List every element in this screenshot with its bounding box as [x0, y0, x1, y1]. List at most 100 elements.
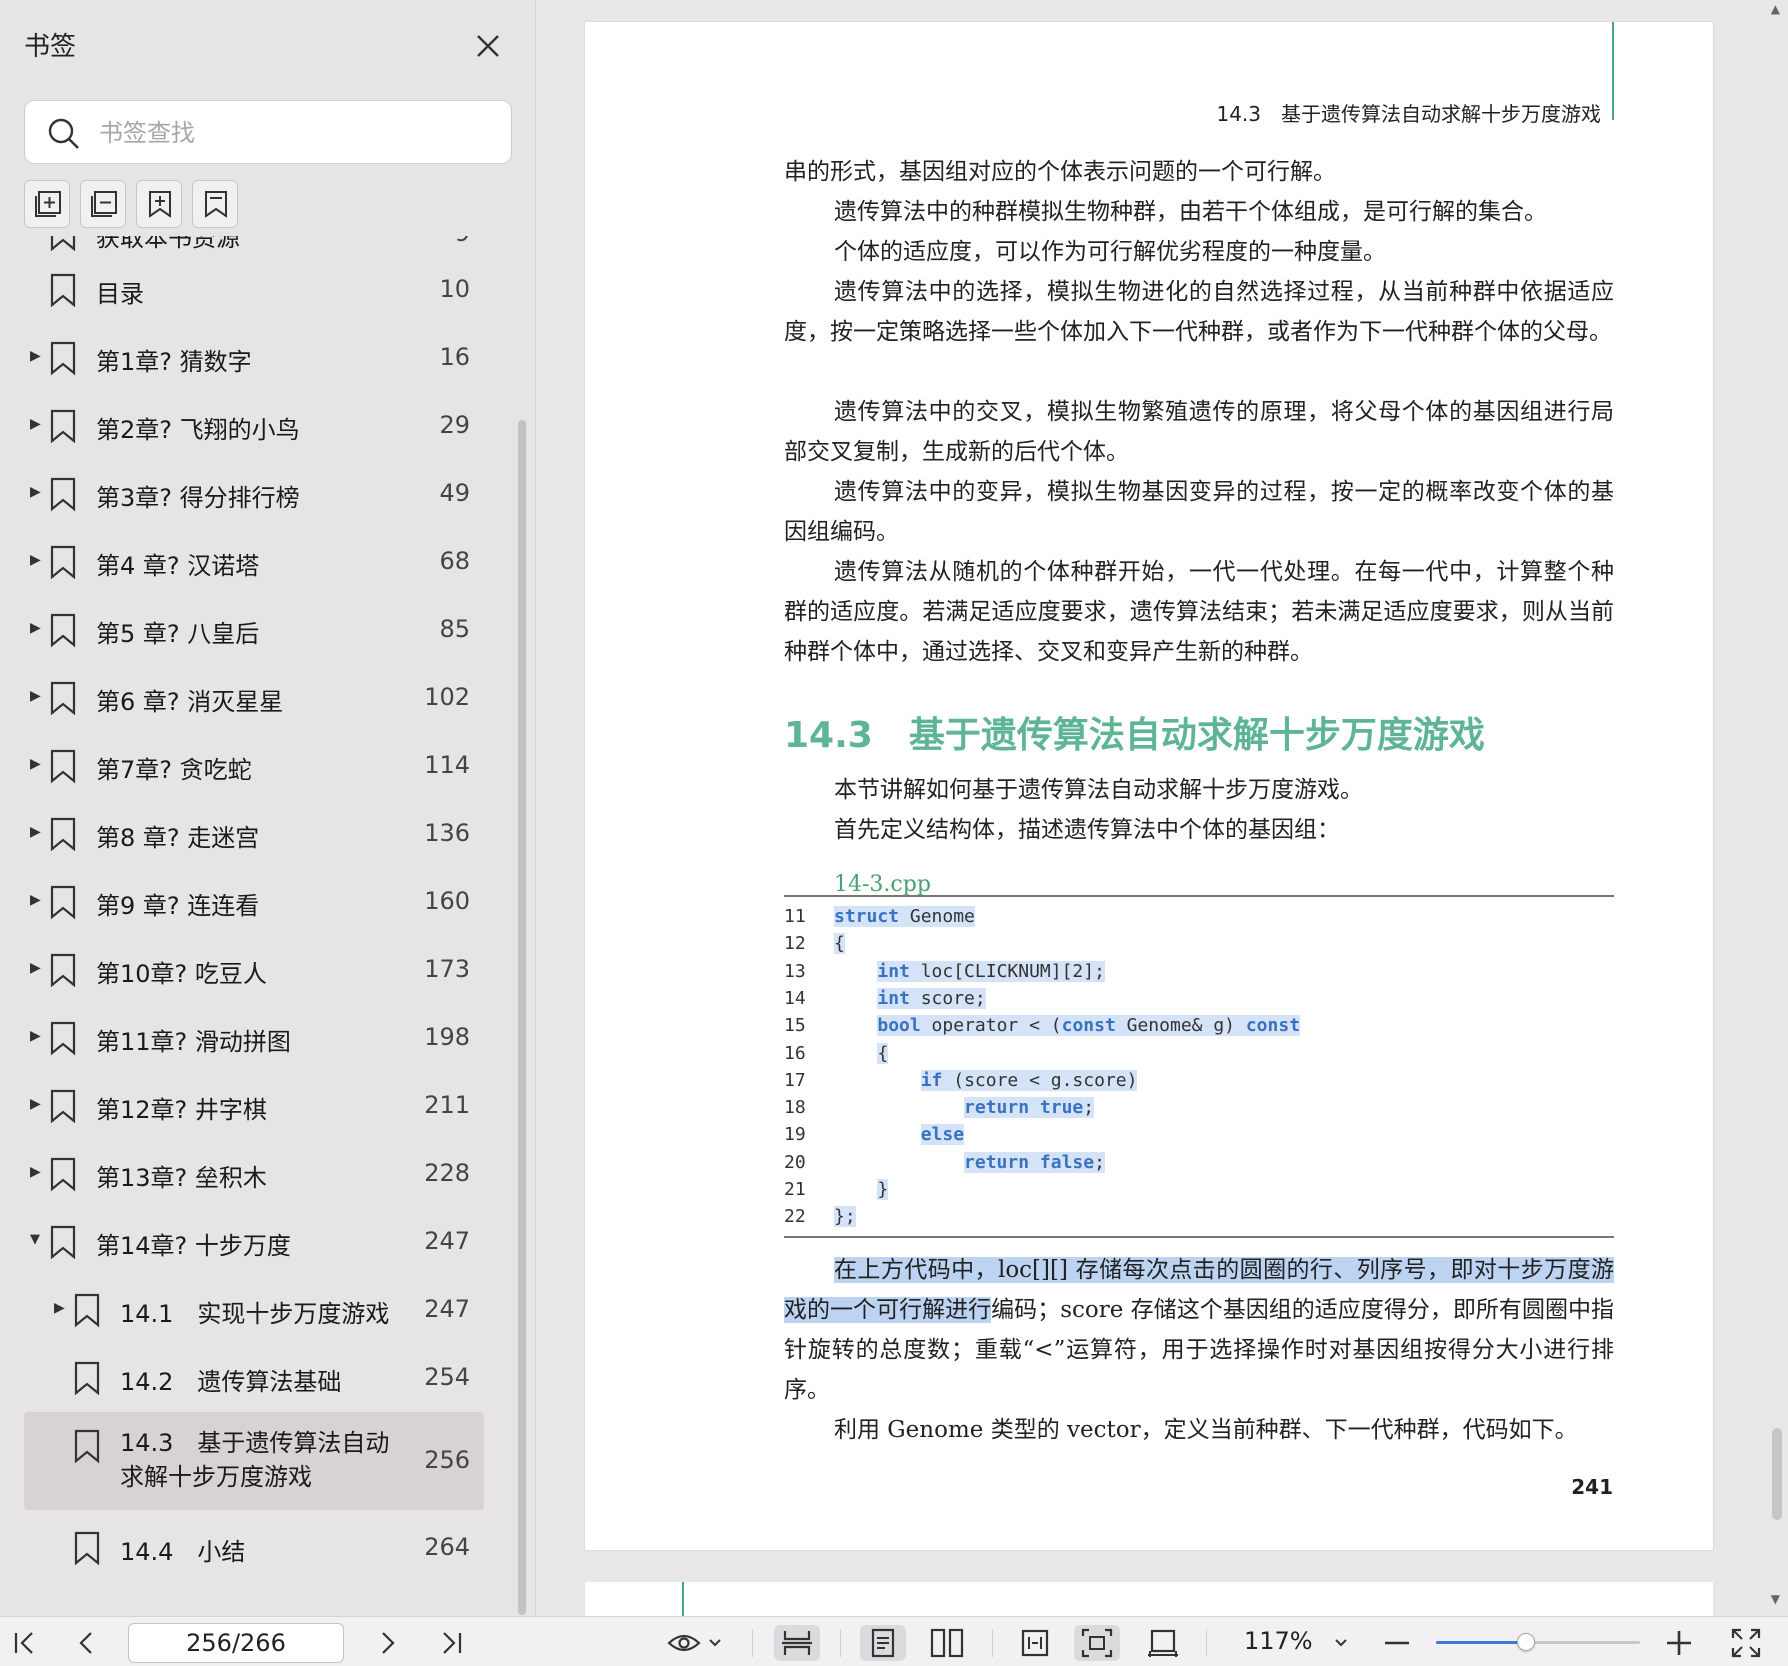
zoom-level[interactable]: 117%: [1244, 1627, 1313, 1655]
actual-size-icon: [1148, 1629, 1178, 1657]
eye-icon: [667, 1634, 721, 1652]
bookmark-page: 264: [424, 1533, 470, 1561]
code-token: ;: [1094, 1151, 1105, 1173]
bookmark-icon: [50, 681, 76, 716]
scroll-up-arrow[interactable]: ▲: [1771, 2, 1780, 16]
bookmark-item[interactable]: ▶ 第13章? 垒积木 228: [24, 1140, 484, 1208]
double-page-button[interactable]: [924, 1625, 970, 1661]
paragraph: 遗传算法从随机的个体种群开始，一代一代处理。在每一代中，计算整个种群的适应度。若…: [784, 559, 1614, 665]
zoom-out-button[interactable]: [1380, 1625, 1414, 1661]
expand-arrow-icon[interactable]: ▶: [30, 824, 44, 844]
fit-page-button[interactable]: [1074, 1625, 1120, 1661]
bookmark-item[interactable]: ▶ 第8 章? 走迷宫 136: [24, 800, 484, 868]
bookmark-item[interactable]: ▶ 第6 章? 消灭星星 102: [24, 664, 484, 732]
line-number: 20: [784, 1151, 806, 1173]
expand-arrow-icon[interactable]: ▶: [30, 552, 44, 572]
code-text: return false;: [964, 1151, 1105, 1173]
bookmark-item[interactable]: ▶ 第2章? 飞翔的小鸟 29: [24, 392, 484, 460]
bookmark-icon: [74, 1531, 100, 1566]
fit-width-button[interactable]: [1012, 1625, 1058, 1661]
fit-width-icon: [1021, 1629, 1049, 1657]
expand-arrow-icon[interactable]: ▶: [30, 416, 44, 436]
bookmark-icon: [50, 817, 76, 852]
zoom-slider[interactable]: [1436, 1633, 1640, 1651]
add-bookmark-button[interactable]: [136, 180, 182, 228]
bookmark-item[interactable]: ▶ 第7章? 贪吃蛇 114: [24, 732, 484, 800]
expand-arrow-icon[interactable]: ▶: [30, 688, 44, 708]
bookmark-page: 16: [439, 343, 470, 371]
bookmark-icon: [50, 341, 76, 376]
bookmark-subitem[interactable]: ▶ 14.1 实现十步万度游戏 247: [24, 1276, 484, 1344]
bookmark-item[interactable]: ▶ 第5 章? 八皇后 85: [24, 596, 484, 664]
bookmark-page: 85: [439, 615, 470, 643]
expand-arrow-icon[interactable]: ▶: [30, 892, 44, 912]
first-page-button[interactable]: [10, 1625, 40, 1661]
expand-arrow-icon[interactable]: ▶: [30, 484, 44, 504]
expand-arrow-icon[interactable]: ▶: [30, 1164, 44, 1184]
previous-page-button[interactable]: [72, 1625, 102, 1661]
zoom-dropdown-button[interactable]: [1328, 1625, 1354, 1661]
close-icon[interactable]: [468, 26, 508, 66]
single-page-button[interactable]: [860, 1625, 906, 1661]
next-page-button[interactable]: [372, 1625, 402, 1661]
bookmark-item[interactable]: ▶ 第1章? 猜数字 16: [24, 324, 484, 392]
code-keyword: if: [920, 1069, 943, 1091]
expand-all-button[interactable]: [24, 180, 70, 228]
code-text: int score;: [877, 987, 986, 1009]
fullscreen-button[interactable]: [1728, 1625, 1764, 1661]
last-page-button[interactable]: [436, 1625, 466, 1661]
code-line: 20 return false;: [784, 1149, 1105, 1176]
expand-arrow-icon[interactable]: ▶: [30, 348, 44, 368]
code-listing: 11 struct Genome 12 {13 int loc[CLICKNUM][2…: [784, 895, 1614, 1238]
bookmark-search-input[interactable]: [99, 111, 499, 155]
line-number: 19: [784, 1124, 806, 1146]
collapse-arrow-icon[interactable]: ▼: [30, 1232, 44, 1252]
bookmark-page: 247: [424, 1227, 470, 1255]
expand-arrow-icon[interactable]: ▶: [30, 960, 44, 980]
expand-arrow-icon[interactable]: ▶: [30, 1028, 44, 1048]
expand-arrow-icon[interactable]: ▶: [30, 1096, 44, 1116]
add-bookmark-icon: [149, 191, 171, 218]
line-number: 22: [784, 1206, 806, 1228]
bookmark-label: 第7章? 贪吃蛇: [96, 756, 252, 784]
bookmark-item[interactable]: ▶ 第9 章? 连连看 160: [24, 868, 484, 936]
bookmark-item[interactable]: 目录 10: [24, 256, 484, 324]
code-token: {: [877, 1042, 889, 1064]
code-keyword: return: [964, 1151, 1030, 1173]
bookmark-page: 160: [424, 887, 470, 915]
paragraph: 在上方代码中，loc[][] 存储每次点击的圆圈的行、列序号，即对十步万度游戏的…: [784, 1250, 1614, 1410]
bookmark-search-box[interactable]: [24, 100, 512, 164]
bookmark-page: 228: [424, 1159, 470, 1187]
code-line: 21 }: [784, 1176, 889, 1203]
expand-arrow-icon[interactable]: ▶: [54, 1300, 68, 1320]
collapse-all-button[interactable]: [80, 180, 126, 228]
bookmark-item[interactable]: ▶ 第10章? 吃豆人 173: [24, 936, 484, 1004]
zoom-slider-handle[interactable]: [1516, 1633, 1535, 1651]
bookmark-subitem[interactable]: 14.2 遗传算法基础 254: [24, 1344, 484, 1412]
bookmark-subitem[interactable]: 14.3 基于遗传算法自动求解十步万度游戏 256: [24, 1412, 484, 1510]
expand-arrow-icon[interactable]: ▶: [30, 756, 44, 776]
bookmark-item[interactable]: ▶ 第12章? 井字棋 211: [24, 1072, 484, 1140]
actual-size-button[interactable]: [1140, 1625, 1186, 1661]
bookmark-item[interactable]: ▶ 第4 章? 汉诺塔 68: [24, 528, 484, 596]
page-number-field[interactable]: 256/266: [128, 1623, 344, 1663]
bookmark-label: 第11章? 滑动拼图: [96, 1028, 291, 1056]
view-mode-button[interactable]: [666, 1625, 726, 1661]
sidebar-scrollbar[interactable]: [518, 420, 526, 1615]
scroll-down-arrow[interactable]: ▼: [1771, 1592, 1780, 1606]
code-token: (score < g.score): [942, 1069, 1138, 1091]
fit-page-icon: [1081, 1628, 1113, 1658]
bookmark-sidebar: 书签 获取本书资源 9 目录 10 ▶ 第1章? 猜数字 16 ▶ 第2章? 飞翔的小鸟 29 ▶ 第…: [0, 0, 536, 1616]
last-page-icon: [443, 1632, 462, 1654]
expand-arrow-icon[interactable]: ▶: [30, 620, 44, 640]
bookmark-item[interactable]: ▶ 第11章? 滑动拼图 198: [24, 1004, 484, 1072]
zoom-in-button[interactable]: [1662, 1625, 1696, 1661]
continuous-scroll-button[interactable]: [774, 1625, 820, 1661]
bookmark-item[interactable]: ▶ 第3章? 得分排行榜 49: [24, 460, 484, 528]
code-token: loc[CLICKNUM][2];: [909, 960, 1105, 982]
bookmark-item[interactable]: ▼ 第14章? 十步万度 247: [24, 1208, 484, 1276]
bookmark-subitem[interactable]: 14.4 小结 264: [24, 1514, 484, 1582]
bookmark-button[interactable]: [192, 180, 238, 228]
document-scrollbar[interactable]: [1772, 1428, 1782, 1520]
